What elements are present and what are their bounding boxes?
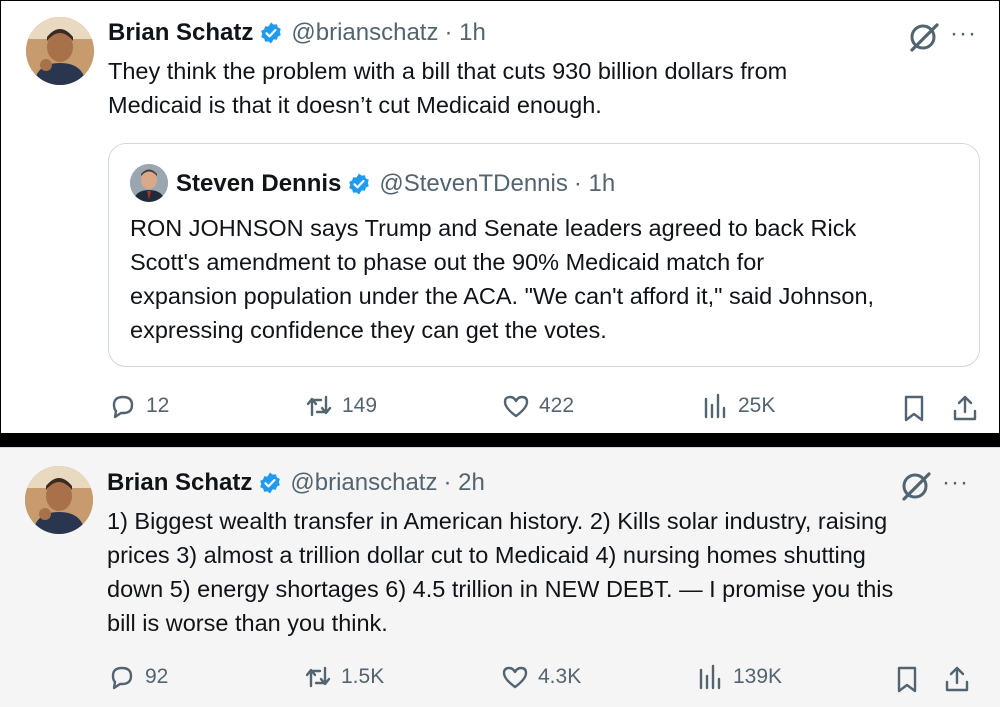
repost-button[interactable]: 149	[304, 391, 377, 421]
repost-count: 149	[342, 394, 378, 417]
view-count: 139K	[733, 665, 783, 688]
reply-button[interactable]: 12	[108, 391, 169, 421]
like-count: 422	[539, 394, 575, 417]
more-options-icon[interactable]: ···	[942, 469, 969, 497]
view-count: 25K	[738, 394, 776, 417]
tweet-text: They think the problem with a bill that …	[108, 58, 788, 118]
quoted-author-name[interactable]: Steven Dennis	[176, 170, 341, 198]
analytics-icon	[699, 664, 721, 690]
author-handle[interactable]: @brianschatz	[290, 469, 437, 497]
reply-button[interactable]: 92	[107, 662, 168, 692]
avatar[interactable]	[25, 466, 93, 534]
grok-icon[interactable]	[898, 468, 934, 504]
author-name[interactable]: Brian Schatz	[108, 19, 253, 47]
quoted-tweet[interactable]: Steven Dennis @StevenTDennis · 1h RON JO…	[108, 143, 980, 367]
quoted-timestamp[interactable]: · 1h	[574, 170, 615, 198]
grok-icon[interactable]	[906, 19, 942, 55]
repost-button[interactable]: 1.5K	[303, 662, 384, 692]
tweet-2[interactable]: Brian Schatz @brianschatz · 2h ··· 1) Bi…	[0, 447, 1000, 707]
reply-count: 12	[146, 394, 170, 417]
bookmark-icon[interactable]	[899, 393, 929, 423]
reply-icon	[111, 666, 133, 690]
share-icon[interactable]	[942, 664, 972, 694]
views-button[interactable]: 139K	[695, 662, 782, 692]
repost-icon	[306, 395, 332, 417]
timestamp[interactable]: · 2h	[443, 469, 484, 497]
heart-icon	[502, 666, 528, 689]
quoted-avatar[interactable]	[130, 164, 168, 202]
verified-badge-icon	[347, 172, 371, 196]
like-count: 4.3K	[538, 665, 582, 688]
avatar[interactable]	[26, 17, 94, 85]
quoted-tweet-text: RON JOHNSON says Trump and Senate leader…	[130, 215, 875, 343]
quoted-author-handle[interactable]: @StevenTDennis	[379, 170, 567, 198]
author-name[interactable]: Brian Schatz	[107, 469, 252, 497]
repost-count: 1.5K	[341, 665, 385, 688]
verified-badge-icon	[259, 21, 283, 45]
author-handle[interactable]: @brianschatz	[291, 19, 438, 47]
verified-badge-icon	[258, 471, 282, 495]
like-button[interactable]: 422	[501, 391, 574, 421]
like-button[interactable]: 4.3K	[500, 662, 581, 692]
reply-icon	[112, 395, 134, 419]
reply-count: 92	[145, 665, 169, 688]
analytics-icon	[704, 393, 726, 419]
bookmark-icon[interactable]	[892, 664, 922, 694]
more-options-icon[interactable]: ···	[950, 20, 977, 48]
tweet-1[interactable]: Brian Schatz @brianschatz · 1h ··· They …	[0, 0, 1000, 434]
views-button[interactable]: 25K	[700, 391, 775, 421]
tweet-text: 1) Biggest wealth transfer in American h…	[107, 508, 894, 636]
timestamp[interactable]: · 1h	[444, 19, 485, 47]
share-icon[interactable]	[950, 393, 980, 423]
repost-icon	[305, 666, 331, 688]
heart-icon	[503, 395, 529, 418]
